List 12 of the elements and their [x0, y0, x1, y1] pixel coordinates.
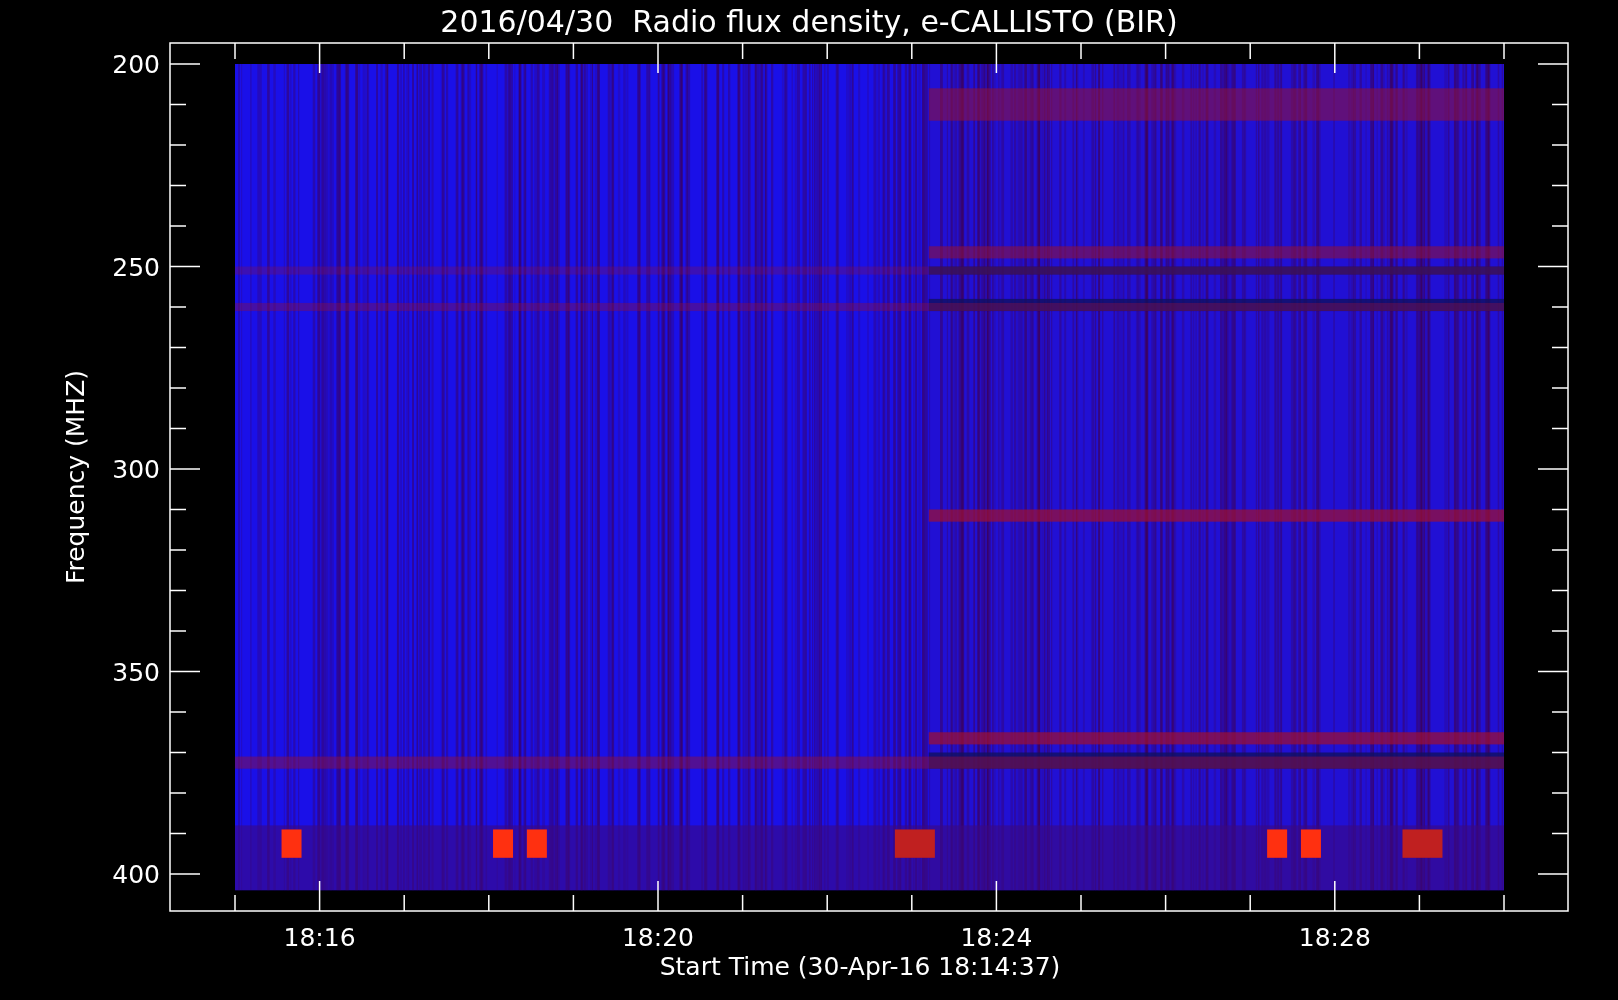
tick-label: 18:16	[283, 923, 356, 952]
x-axis-label: Start Time (30-Apr-16 18:14:37)	[659, 952, 1061, 981]
tick-label: 18:28	[1298, 923, 1371, 952]
tick-label: 400	[112, 860, 160, 889]
tick-label: 18:24	[960, 923, 1033, 952]
y-axis-label: Frequency (MHZ)	[61, 369, 90, 585]
tick-label: 350	[112, 657, 160, 687]
tick-label: 250	[112, 252, 160, 282]
chart-title: 2016/04/30 Radio flux density, e-CALLISTO (BIR)	[440, 4, 1178, 39]
tick-label: 300	[112, 455, 160, 484]
tick-label: 18:20	[622, 923, 694, 952]
tick-label: 200	[112, 50, 160, 79]
